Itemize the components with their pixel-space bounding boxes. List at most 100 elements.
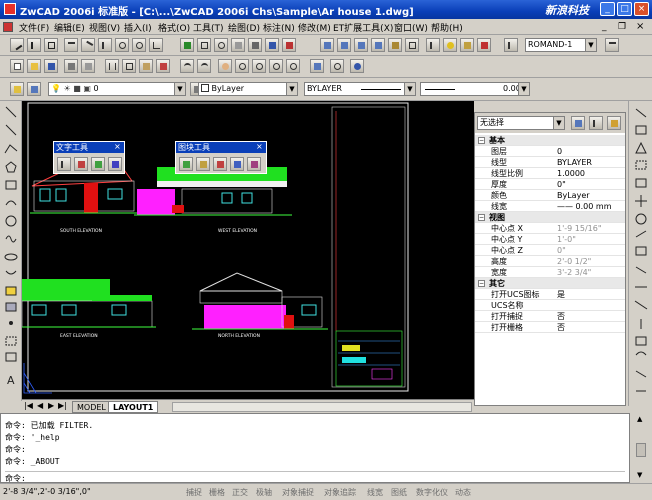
- property-row[interactable]: 打开捕捉 否: [475, 311, 625, 322]
- property-row[interactable]: 颜色 ByLayer: [475, 190, 625, 201]
- help-icon[interactable]: [350, 59, 364, 73]
- properties-section[interactable]: − 视图: [475, 212, 625, 223]
- menu-modify[interactable]: 修改(M): [298, 21, 331, 34]
- selection-select[interactable]: 无选择 ▼: [477, 116, 565, 130]
- text-tool-2-icon[interactable]: [74, 157, 88, 171]
- paint-icon[interactable]: [477, 38, 491, 52]
- dim-ordinate-icon[interactable]: [98, 38, 112, 52]
- drawing-canvas[interactable]: SOUTH ELEVATION WEST ELEVATION EAST ELEV…: [22, 101, 474, 399]
- close-button[interactable]: ×: [634, 2, 649, 16]
- property-row[interactable]: UCS名称: [475, 300, 625, 311]
- tablet-toggle[interactable]: 数字化仪: [416, 487, 448, 498]
- dynamic-toggle[interactable]: 动态: [455, 487, 471, 498]
- image-adjust-icon[interactable]: [354, 38, 368, 52]
- copy-icon[interactable]: [122, 59, 136, 73]
- menu-draw[interactable]: 绘图(D): [228, 21, 260, 34]
- undo-icon[interactable]: [180, 59, 194, 73]
- image-icon[interactable]: [320, 38, 334, 52]
- match-properties-icon[interactable]: [156, 59, 170, 73]
- doc-close-icon[interactable]: ×: [636, 21, 644, 32]
- block-tool-1-icon[interactable]: [179, 157, 193, 171]
- property-row[interactable]: 打开栅格 否: [475, 322, 625, 333]
- transparency-icon[interactable]: [388, 38, 402, 52]
- property-row[interactable]: 打开UCS图标 是: [475, 289, 625, 300]
- block-tool-2-icon[interactable]: [196, 157, 210, 171]
- collapse-icon[interactable]: −: [478, 214, 485, 221]
- dim-edit-icon[interactable]: [231, 38, 245, 52]
- property-row[interactable]: 线宽 —— 0.00 mm: [475, 201, 625, 212]
- menu-help[interactable]: 帮助(H): [431, 21, 463, 34]
- paste-icon[interactable]: [139, 59, 153, 73]
- menu-view[interactable]: 视图(V): [89, 21, 120, 34]
- pan-icon[interactable]: [218, 59, 232, 73]
- print-preview-icon[interactable]: [81, 59, 95, 73]
- collapse-icon[interactable]: −: [478, 137, 485, 144]
- ray-icon[interactable]: [27, 38, 41, 52]
- dim-radius-icon[interactable]: [115, 38, 129, 52]
- frame-icon[interactable]: [405, 38, 419, 52]
- otrack-toggle[interactable]: 对象追踪: [324, 487, 356, 498]
- save-icon[interactable]: [44, 59, 58, 73]
- quick-select-icon[interactable]: [607, 116, 621, 130]
- minimize-button[interactable]: _: [600, 2, 615, 16]
- maximize-button[interactable]: □: [617, 2, 632, 16]
- tab-next-icon[interactable]: ▶: [48, 401, 54, 410]
- property-row[interactable]: 中心点 X 1'-9 15/16": [475, 223, 625, 234]
- light-icon[interactable]: [443, 38, 457, 52]
- dim-style-button[interactable]: [605, 38, 619, 52]
- menu-et-tools[interactable]: ET扩展工具(X): [333, 21, 393, 34]
- dim-aligned-icon[interactable]: [81, 38, 95, 52]
- center-mark-icon[interactable]: [214, 38, 228, 52]
- properties-icon[interactable]: [310, 59, 324, 73]
- document-icon[interactable]: [3, 22, 13, 32]
- doc-minimize-icon[interactable]: _: [602, 22, 607, 32]
- tab-first-icon[interactable]: |◀: [24, 401, 33, 410]
- grid-toggle[interactable]: 栅格: [209, 487, 225, 498]
- dim-diameter-icon[interactable]: [132, 38, 146, 52]
- property-row[interactable]: 宽度 3'-2 3/4": [475, 267, 625, 278]
- line-icon[interactable]: [10, 38, 24, 52]
- print-icon[interactable]: [64, 59, 78, 73]
- property-row[interactable]: 中心点 Y 1'-0": [475, 234, 625, 245]
- tab-prev-icon[interactable]: ◀: [37, 401, 43, 410]
- tab-model[interactable]: MODEL: [72, 401, 111, 413]
- menu-tools[interactable]: 工具(T): [193, 21, 224, 34]
- block-tool-3-icon[interactable]: [213, 157, 227, 171]
- image-clip-icon[interactable]: [337, 38, 351, 52]
- menu-dimension[interactable]: 标注(N): [263, 21, 295, 34]
- property-row[interactable]: 线型 BYLAYER: [475, 157, 625, 168]
- property-row[interactable]: 高度 2'-0 1/2": [475, 256, 625, 267]
- zoom-window-icon[interactable]: [252, 59, 266, 73]
- paper-toggle[interactable]: 图纸: [391, 487, 407, 498]
- lock-icon[interactable]: [460, 38, 474, 52]
- text-tool-4-icon[interactable]: [108, 157, 122, 171]
- dim-linear-icon[interactable]: [64, 38, 78, 52]
- tab-layout1[interactable]: LAYOUT1: [108, 401, 159, 413]
- block-tool-5-icon[interactable]: [247, 157, 261, 171]
- command-scrollbar[interactable]: ▲ ▼: [630, 413, 652, 483]
- polyline-icon[interactable]: [44, 38, 58, 52]
- block-tool-4-icon[interactable]: [230, 157, 244, 171]
- layer-states-icon[interactable]: [27, 82, 41, 96]
- linetype-select[interactable]: BYLAYER ▼: [304, 82, 416, 96]
- menu-format[interactable]: 格式(O): [158, 21, 190, 34]
- search-icon[interactable]: [330, 59, 344, 73]
- palette-close-icon[interactable]: ×: [114, 142, 121, 151]
- property-row[interactable]: 线型比例 1.0000: [475, 168, 625, 179]
- menu-edit[interactable]: 编辑(E): [54, 21, 85, 34]
- doc-restore-icon[interactable]: ❐: [618, 22, 626, 32]
- properties-section[interactable]: − 基本: [475, 135, 625, 146]
- layer-manager-icon[interactable]: [10, 82, 24, 96]
- text-icon[interactable]: [426, 38, 440, 52]
- zoom-previous-icon[interactable]: [269, 59, 283, 73]
- property-row[interactable]: 图层 0: [475, 146, 625, 157]
- tab-last-icon[interactable]: ▶|: [58, 401, 67, 410]
- image-quality-icon[interactable]: [371, 38, 385, 52]
- command-window[interactable]: 命令: 已加载 FILTER. 命令: '_help 命令: 命令: _ABOU…: [0, 413, 630, 483]
- redo-icon[interactable]: [197, 59, 211, 73]
- open-file-icon[interactable]: [27, 59, 41, 73]
- lineweight-select[interactable]: 0.00 mm ▼: [420, 82, 530, 96]
- osnap-toggle[interactable]: 对象捕捉: [282, 487, 314, 498]
- text-tool-1-icon[interactable]: [57, 157, 71, 171]
- horizontal-scrollbar[interactable]: [172, 402, 472, 412]
